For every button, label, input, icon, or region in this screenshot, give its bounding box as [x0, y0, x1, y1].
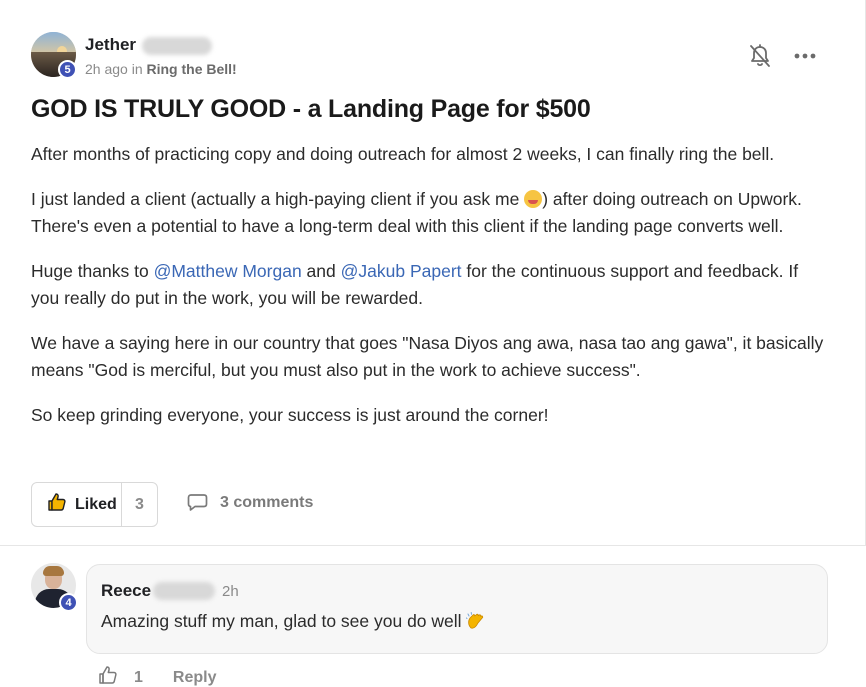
- comment-time: 2h: [222, 583, 239, 600]
- comments-label: 3 comments: [220, 493, 314, 511]
- liked-label: Liked: [75, 495, 117, 513]
- clapping-hands-icon: [465, 611, 486, 631]
- section-divider: [0, 545, 866, 546]
- post-body: After months of practicing copy and doin…: [31, 141, 831, 447]
- comment-text: Amazing stuff my man, glad to see you do…: [101, 611, 486, 632]
- comment-bubble-icon: [187, 494, 208, 511]
- comment-bubble: [86, 564, 828, 654]
- like-control: Liked 3: [31, 482, 158, 527]
- paragraph-3b: and: [301, 261, 341, 281]
- bell-muted-icon[interactable]: [749, 44, 771, 68]
- liked-button[interactable]: Liked: [32, 483, 122, 526]
- reply-button[interactable]: Reply: [173, 669, 217, 687]
- post-time: 2h ago in: [85, 61, 147, 77]
- post-title: GOD IS TRULY GOOD - a Landing Page for $…: [31, 95, 591, 123]
- mention-matthew-morgan[interactable]: @Matthew Morgan: [154, 261, 302, 281]
- comment-actions: 1 Reply: [98, 665, 216, 687]
- author-name[interactable]: Jether: [85, 35, 136, 55]
- paragraph-3: Huge thanks to @Matthew Morgan and @Jaku…: [31, 258, 831, 312]
- paragraph-3a: Huge thanks to: [31, 261, 154, 281]
- paragraph-2: I just landed a client (actually a high-…: [31, 186, 831, 240]
- redacted-surname: [142, 37, 212, 55]
- post-meta: 2h ago in Ring the Bell!: [85, 61, 237, 77]
- redacted-commenter-surname: [153, 582, 215, 600]
- grinning-emoji-icon: [524, 190, 543, 208]
- commenter-level-badge: 4: [59, 593, 78, 612]
- commenter-name[interactable]: Reece: [101, 581, 151, 601]
- comment-like-count[interactable]: 1: [134, 669, 143, 687]
- mention-jakub-papert[interactable]: @Jakub Papert: [341, 261, 462, 281]
- more-options-icon[interactable]: [793, 46, 817, 66]
- like-count[interactable]: 3: [122, 496, 157, 514]
- thumbs-up-icon: [47, 492, 67, 517]
- comments-button[interactable]: 3 comments: [187, 493, 313, 512]
- comment-text-content: Amazing stuff my man, glad to see you do…: [101, 611, 462, 631]
- avatar-sky: [31, 32, 76, 55]
- author-level-badge: 5: [58, 60, 77, 79]
- post-category-link[interactable]: Ring the Bell!: [147, 61, 237, 77]
- paragraph-5: So keep grinding everyone, your success …: [31, 405, 549, 425]
- paragraph-1: After months of practicing copy and doin…: [31, 144, 775, 164]
- paragraph-4: We have a saying here in our country tha…: [31, 333, 824, 380]
- post-card: 5 Jether 2h ago in Ring the Bell! GOD IS…: [0, 0, 866, 546]
- avatar-hair: [43, 566, 64, 576]
- paragraph-2a: I just landed a client (actually a high-…: [31, 189, 525, 209]
- thumbs-up-outline-icon[interactable]: [98, 665, 118, 687]
